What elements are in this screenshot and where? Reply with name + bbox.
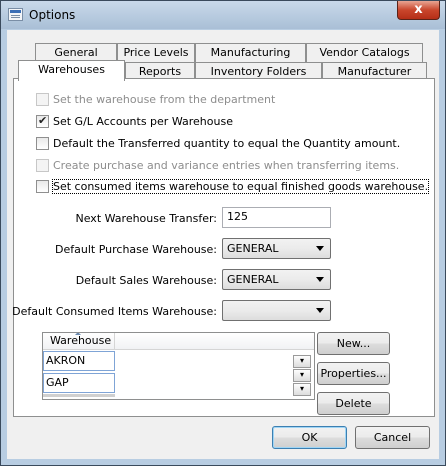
sales-warehouse-value: GENERAL bbox=[227, 273, 279, 286]
sales-warehouse-label: Default Sales Warehouse: bbox=[75, 274, 217, 287]
tab-price-levels[interactable]: Price Levels bbox=[117, 43, 195, 62]
sales-warehouse-select[interactable]: GENERAL bbox=[222, 269, 331, 290]
column-header-label: Warehouse bbox=[50, 334, 112, 347]
cancel-button[interactable]: Cancel bbox=[355, 426, 430, 449]
options-dialog: Options x General Price Levels Manufactu… bbox=[0, 0, 446, 466]
purchase-warehouse-label: Default Purchase Warehouse: bbox=[55, 243, 217, 256]
option-label: Set the warehouse from the department bbox=[53, 93, 276, 106]
next-transfer-input[interactable]: 125 bbox=[222, 207, 331, 228]
row-edit-icon[interactable]: ▾ bbox=[293, 383, 311, 396]
row-edit-icon[interactable]: ▾ bbox=[293, 355, 311, 368]
column-header-warehouse[interactable]: Warehouse bbox=[43, 333, 115, 350]
checkbox[interactable] bbox=[36, 93, 49, 106]
chevron-down-icon bbox=[316, 277, 324, 282]
next-transfer-label: Next Warehouse Transfer: bbox=[75, 212, 218, 225]
table-row[interactable]: GAP bbox=[43, 373, 115, 393]
chevron-down-icon bbox=[316, 246, 324, 251]
chevron-down-icon bbox=[316, 308, 324, 313]
table-row[interactable]: AKRON bbox=[43, 351, 115, 371]
title-bar[interactable]: Options x bbox=[1, 1, 445, 29]
option-label: Default the Transferred quantity to equa… bbox=[53, 137, 401, 150]
checkbox[interactable] bbox=[36, 159, 49, 172]
tab-warehouses[interactable]: Warehouses bbox=[18, 60, 125, 81]
checkbox[interactable] bbox=[36, 114, 49, 128]
ok-button[interactable]: OK bbox=[272, 426, 347, 449]
option-label: Set G/L Accounts per Warehouse bbox=[53, 115, 233, 128]
delete-button[interactable]: Delete bbox=[317, 392, 390, 415]
window-title: Options bbox=[29, 8, 76, 22]
sort-ascending-icon bbox=[75, 333, 81, 335]
tab-vendor-catalogs[interactable]: Vendor Catalogs bbox=[306, 43, 423, 62]
new-button[interactable]: New... bbox=[317, 332, 390, 355]
option-label: Set consumed items warehouse to equal fi… bbox=[51, 179, 430, 194]
dialog-body: General Price Levels Manufacturing Vendo… bbox=[7, 30, 439, 459]
consumed-warehouse-label: Default Consumed Items Warehouse: bbox=[12, 305, 217, 318]
warehouses-panel: Set the warehouse from the department Se… bbox=[12, 78, 435, 417]
checkbox[interactable] bbox=[36, 180, 49, 193]
grid-header: Warehouse bbox=[43, 333, 314, 350]
purchase-warehouse-select[interactable]: GENERAL bbox=[222, 238, 331, 259]
row-divider bbox=[43, 394, 115, 397]
checkbox[interactable] bbox=[36, 137, 49, 150]
option-label: Create purchase and variance entries whe… bbox=[53, 159, 400, 172]
close-button[interactable]: x bbox=[397, 1, 440, 20]
app-window-icon bbox=[8, 8, 23, 21]
purchase-warehouse-value: GENERAL bbox=[227, 242, 279, 255]
warehouse-grid[interactable]: Warehouse AKRON GAP ▾ ▾ ▾ bbox=[42, 332, 315, 400]
properties-button[interactable]: Properties... bbox=[317, 362, 390, 385]
tab-manufacturing[interactable]: Manufacturing bbox=[195, 43, 306, 62]
row-edit-icon[interactable]: ▾ bbox=[293, 369, 311, 382]
consumed-warehouse-select[interactable] bbox=[222, 300, 331, 321]
